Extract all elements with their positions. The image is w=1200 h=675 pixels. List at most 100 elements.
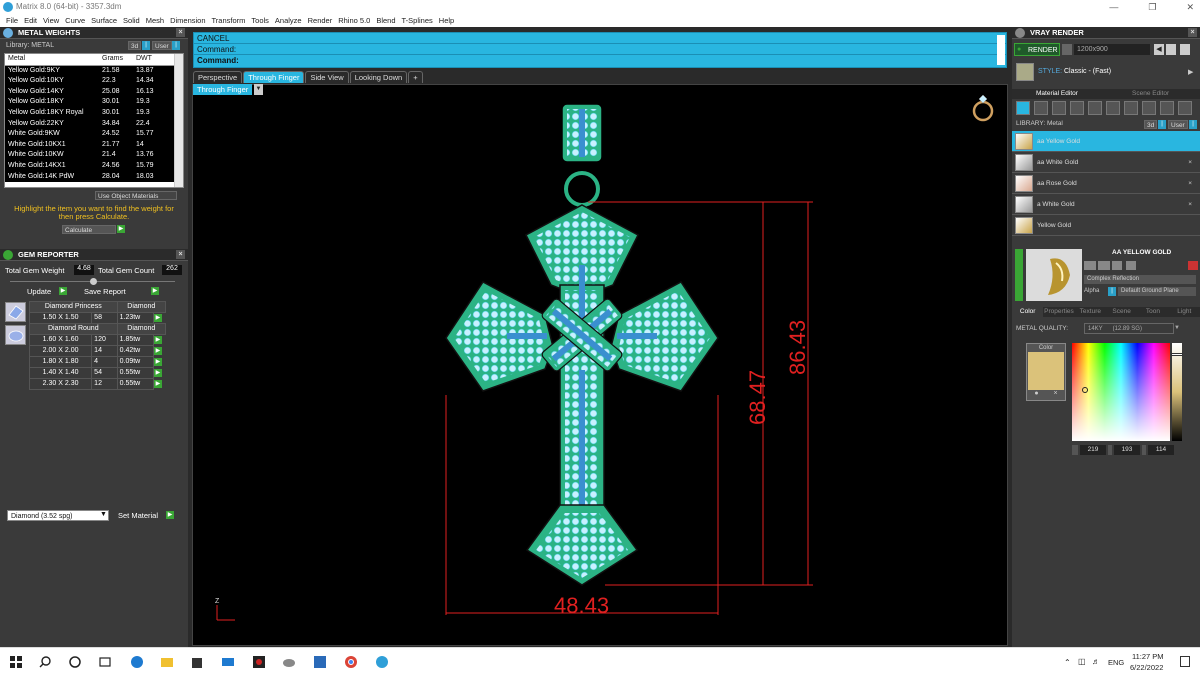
edge-icon[interactable] (130, 655, 144, 669)
menu-item-view[interactable]: View (40, 14, 62, 27)
col-metal[interactable]: Metal (5, 54, 99, 65)
menu-item-analyze[interactable]: Analyze (272, 14, 305, 27)
menu-item-mesh[interactable]: Mesh (143, 14, 167, 27)
menu-item-render[interactable]: Render (305, 14, 336, 27)
set-material-arrow-icon[interactable]: ▶ (166, 511, 174, 519)
gem-row[interactable]: 1.50 X 1.50 58 1.23tw ▶ (28, 312, 166, 324)
table-row[interactable]: Yellow Gold:9KY 21.58 13.87 (5, 65, 175, 77)
menu-item-blend[interactable]: Blend (373, 14, 398, 27)
table-row[interactable]: Yellow Gold:18KY Royal 30.01 19.3 (5, 107, 175, 119)
chevron-down-icon[interactable]: ▼ (100, 511, 107, 518)
tab-material-editor[interactable]: Material Editor (1036, 90, 1078, 97)
table-row[interactable]: White Gold:10KX1 21.77 14 (5, 139, 175, 151)
clock-time[interactable]: 11:27 PM (1132, 652, 1164, 661)
gem-slider-handle[interactable] (90, 278, 97, 285)
vray-lib-3d-button[interactable]: 3d (1144, 120, 1158, 129)
gem-row-arrow-icon[interactable]: ▶ (153, 347, 162, 355)
grid-icon[interactable] (1180, 44, 1190, 55)
hands-icon[interactable] (1142, 101, 1156, 115)
metal-list-scrollbar[interactable] (174, 54, 183, 187)
tab-toon[interactable]: Toon (1137, 307, 1168, 317)
chrome-icon[interactable] (344, 655, 358, 669)
windows-start-icon[interactable] (9, 655, 23, 669)
language-indicator[interactable]: ENG (1108, 658, 1124, 667)
tab-color[interactable]: Color (1012, 307, 1044, 317)
command-area[interactable]: CANCEL Command: Command: (193, 32, 1007, 68)
menu-item-solid[interactable]: Solid (120, 14, 143, 27)
menu-item-help[interactable]: Help (436, 14, 457, 27)
restore-icon[interactable]: ❐ (1148, 0, 1156, 14)
list-item[interactable]: Yellow Gold (1012, 215, 1200, 236)
table-row[interactable]: White Gold:14KX1 24.56 15.79 (5, 160, 175, 172)
material-icon[interactable] (1098, 261, 1110, 270)
sphere-icon[interactable] (1052, 101, 1066, 115)
gem-row[interactable]: 1.60 X 1.60 120 1.85tw ▶ (28, 334, 166, 346)
vray-lib-user-toggle[interactable]: | (1189, 120, 1197, 129)
table-row[interactable]: Yellow Gold:22KY 34.84 22.4 (5, 118, 175, 130)
bulb-icon[interactable] (1178, 101, 1192, 115)
close-icon[interactable]: ✕ (1186, 0, 1194, 14)
brightness-slider[interactable] (1171, 343, 1183, 441)
material-icon[interactable] (1016, 101, 1030, 115)
rhino-icon[interactable] (282, 655, 296, 669)
material-list[interactable]: aa Yellow Gold aa White Gold × aa Rose Gold… (1012, 131, 1200, 243)
ring-view-icon[interactable] (972, 94, 994, 122)
update-button[interactable]: Update (27, 287, 51, 296)
gem-row-arrow-icon[interactable]: ▶ (153, 380, 162, 388)
lib-user-button[interactable]: User (152, 41, 172, 50)
mail-icon[interactable] (221, 655, 235, 669)
task-view-icon[interactable] (98, 655, 112, 669)
photos-icon[interactable] (313, 655, 327, 669)
camera-icon[interactable] (1062, 44, 1072, 55)
clock-date[interactable]: 6/22/2022 (1130, 663, 1163, 672)
tab-add[interactable]: + (408, 71, 423, 83)
chevron-down-icon[interactable]: ▼ (1174, 325, 1180, 331)
tab-through-finger[interactable]: Through Finger (243, 71, 305, 83)
gem-row[interactable]: 1.80 X 1.80 4 0.09tw ▶ (28, 356, 166, 368)
viewport-label[interactable]: Through Finger (193, 84, 253, 95)
texture-icon[interactable] (1112, 261, 1122, 270)
remove-icon[interactable]: × (1188, 152, 1192, 173)
menu-item-t-splines[interactable]: T-Splines (399, 14, 436, 27)
menu-item-surface[interactable]: Surface (88, 14, 120, 27)
red-value[interactable]: 219 (1080, 445, 1106, 455)
tab-light[interactable]: Light (1169, 307, 1200, 317)
tab-scene[interactable]: Scene (1106, 307, 1137, 317)
app-icon[interactable] (375, 655, 389, 669)
color-picker-field[interactable] (1072, 343, 1170, 441)
resolution-field[interactable]: 1200x900 (1074, 44, 1150, 55)
brightness-handle[interactable] (1171, 353, 1183, 356)
preview-toggle[interactable] (1015, 249, 1023, 301)
paint-icon[interactable] (1070, 101, 1084, 115)
gem-row-arrow-icon[interactable]: ▶ (153, 358, 162, 366)
viewport[interactable]: 48.43 68.47 86.43 Z (192, 84, 1008, 646)
layer-icon[interactable] (1084, 261, 1096, 270)
use-object-materials-select[interactable]: Use Object Materials (95, 191, 177, 200)
menu-item-edit[interactable]: Edit (21, 14, 40, 27)
gem-material-select[interactable]: Diamond (3.52 spg) (7, 510, 109, 521)
list-item[interactable]: aa Yellow Gold (1012, 131, 1200, 152)
tab-scene-editor[interactable]: Scene Editor (1132, 90, 1169, 97)
remove-icon[interactable]: × (1188, 194, 1192, 215)
reflection-select[interactable]: Complex Reflection (1084, 275, 1196, 284)
table-row[interactable]: Yellow Gold:14KY 25.08 16.13 (5, 86, 175, 98)
update-arrow-icon[interactable]: ▶ (59, 287, 67, 295)
clear-color-icon[interactable]: × (1053, 390, 1057, 400)
command-scrollbar[interactable] (997, 35, 1005, 65)
diamond-icon[interactable] (1034, 101, 1048, 115)
list-item[interactable]: aa Rose Gold × (1012, 173, 1200, 194)
save-report-arrow-icon[interactable]: ▶ (151, 287, 159, 295)
col-grams[interactable]: Grams (99, 54, 133, 65)
cube-icon[interactable] (1160, 101, 1174, 115)
alpha-toggle[interactable]: | (1108, 287, 1116, 296)
metal-quality-select[interactable]: 14KY (12.89 SG) (1084, 323, 1174, 334)
save-icon[interactable] (1166, 44, 1176, 55)
tab-looking-down[interactable]: Looking Down (349, 71, 408, 83)
style-value[interactable]: Classic - (Fast) (1064, 68, 1111, 75)
remove-icon[interactable]: × (1188, 173, 1192, 194)
tab-perspective[interactable]: Perspective (193, 71, 243, 83)
table-row[interactable]: Yellow Gold:18KY 30.01 19.3 (5, 97, 175, 108)
close-icon[interactable]: × (176, 250, 185, 259)
menu-item-rhino-5-0[interactable]: Rhino 5.0 (335, 14, 373, 27)
close-icon[interactable]: × (176, 28, 185, 37)
